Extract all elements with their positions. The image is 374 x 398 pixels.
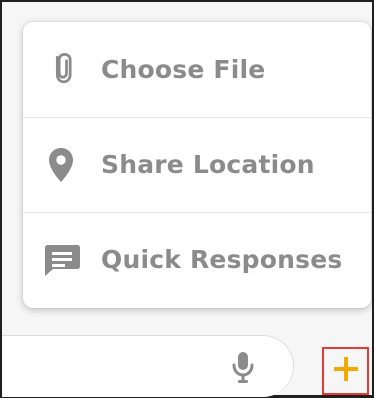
message-composer[interactable] [2, 335, 294, 397]
attachment-menu: Choose File Share Location Quick Respons… [23, 22, 371, 308]
message-icon [41, 240, 81, 280]
paperclip-icon [41, 49, 81, 89]
microphone-icon[interactable] [228, 350, 258, 384]
plus-icon [331, 354, 361, 388]
plus-button[interactable] [322, 347, 369, 395]
quick-responses-option[interactable]: Quick Responses [23, 212, 371, 306]
menu-item-label: Share Location [101, 150, 315, 179]
share-location-option[interactable]: Share Location [23, 117, 371, 211]
location-pin-icon [41, 145, 81, 185]
screenshot-frame: Choose File Share Location Quick Respons… [0, 0, 374, 398]
menu-item-label: Quick Responses [101, 245, 343, 274]
choose-file-option[interactable]: Choose File [23, 22, 371, 116]
menu-item-label: Choose File [101, 54, 266, 84]
